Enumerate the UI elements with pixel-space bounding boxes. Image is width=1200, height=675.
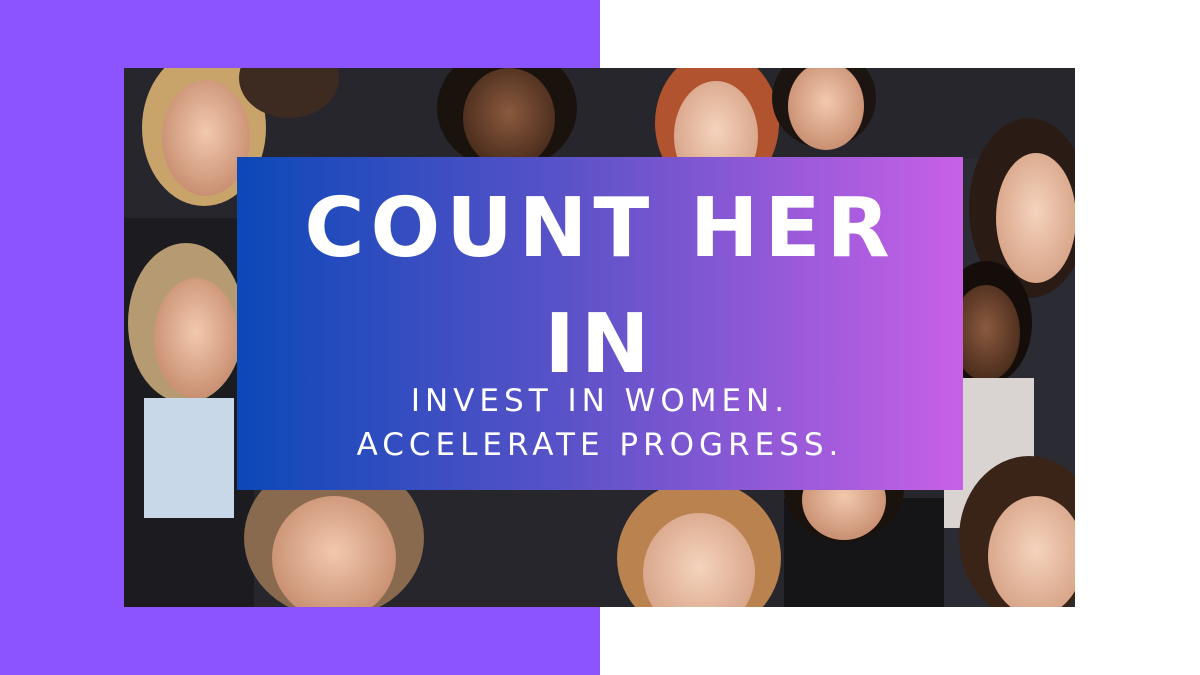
headline-line-1: COUNT HER: [304, 181, 896, 276]
headline: COUNT HER IN: [237, 171, 963, 403]
headline-banner: COUNT HER IN INVEST IN WOMEN. ACCELERATE…: [237, 157, 963, 490]
headline-line-2: IN: [544, 297, 656, 392]
tagline-line-1: INVEST IN WOMEN.: [410, 383, 790, 419]
tagline-line-2: ACCELERATE PROGRESS.: [356, 427, 844, 463]
tagline: INVEST IN WOMEN. ACCELERATE PROGRESS.: [237, 379, 963, 467]
